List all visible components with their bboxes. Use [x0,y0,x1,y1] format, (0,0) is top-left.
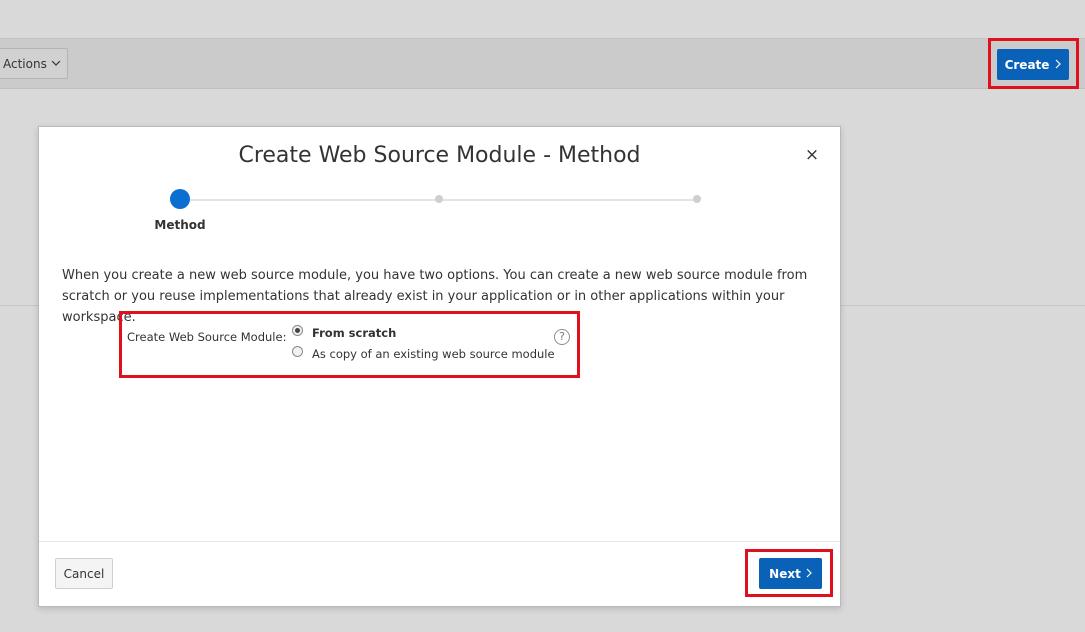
top-header-bar [0,0,1085,39]
chevron-right-icon [806,567,812,581]
wizard-step-method-label: Method [154,218,206,232]
from-scratch-label[interactable]: From scratch [312,326,396,340]
next-button[interactable]: Next [759,558,822,589]
background-divider [839,305,1085,306]
dialog-footer-divider [39,541,840,542]
chevron-right-icon [1055,58,1062,72]
wizard-step-method-marker [170,189,190,209]
dialog-title: Create Web Source Module - Method [238,143,641,168]
background-divider-left [0,305,38,306]
chevron-down-icon [51,58,61,69]
create-button[interactable]: Create [997,49,1069,80]
copy-existing-radio[interactable] [292,346,303,357]
cancel-button[interactable]: Cancel [55,558,113,589]
dialog-description: When you create a new web source module,… [62,268,808,325]
page-toolbar [0,39,1085,89]
create-button-label: Create [1004,57,1050,72]
close-icon[interactable]: × [804,147,820,164]
actions-button[interactable]: Actions [0,48,68,79]
actions-button-label: Actions [3,56,47,71]
create-module-field-label: Create Web Source Module: [127,330,287,344]
from-scratch-radio[interactable] [292,325,303,336]
copy-existing-label[interactable]: As copy of an existing web source module [312,347,555,361]
help-icon[interactable]: ? [554,329,570,345]
wizard-step-2-marker [435,195,443,203]
create-web-source-dialog: Create Web Source Module - Method × Meth… [38,126,841,607]
next-button-label: Next [769,566,801,581]
wizard-step-3-marker [693,195,701,203]
